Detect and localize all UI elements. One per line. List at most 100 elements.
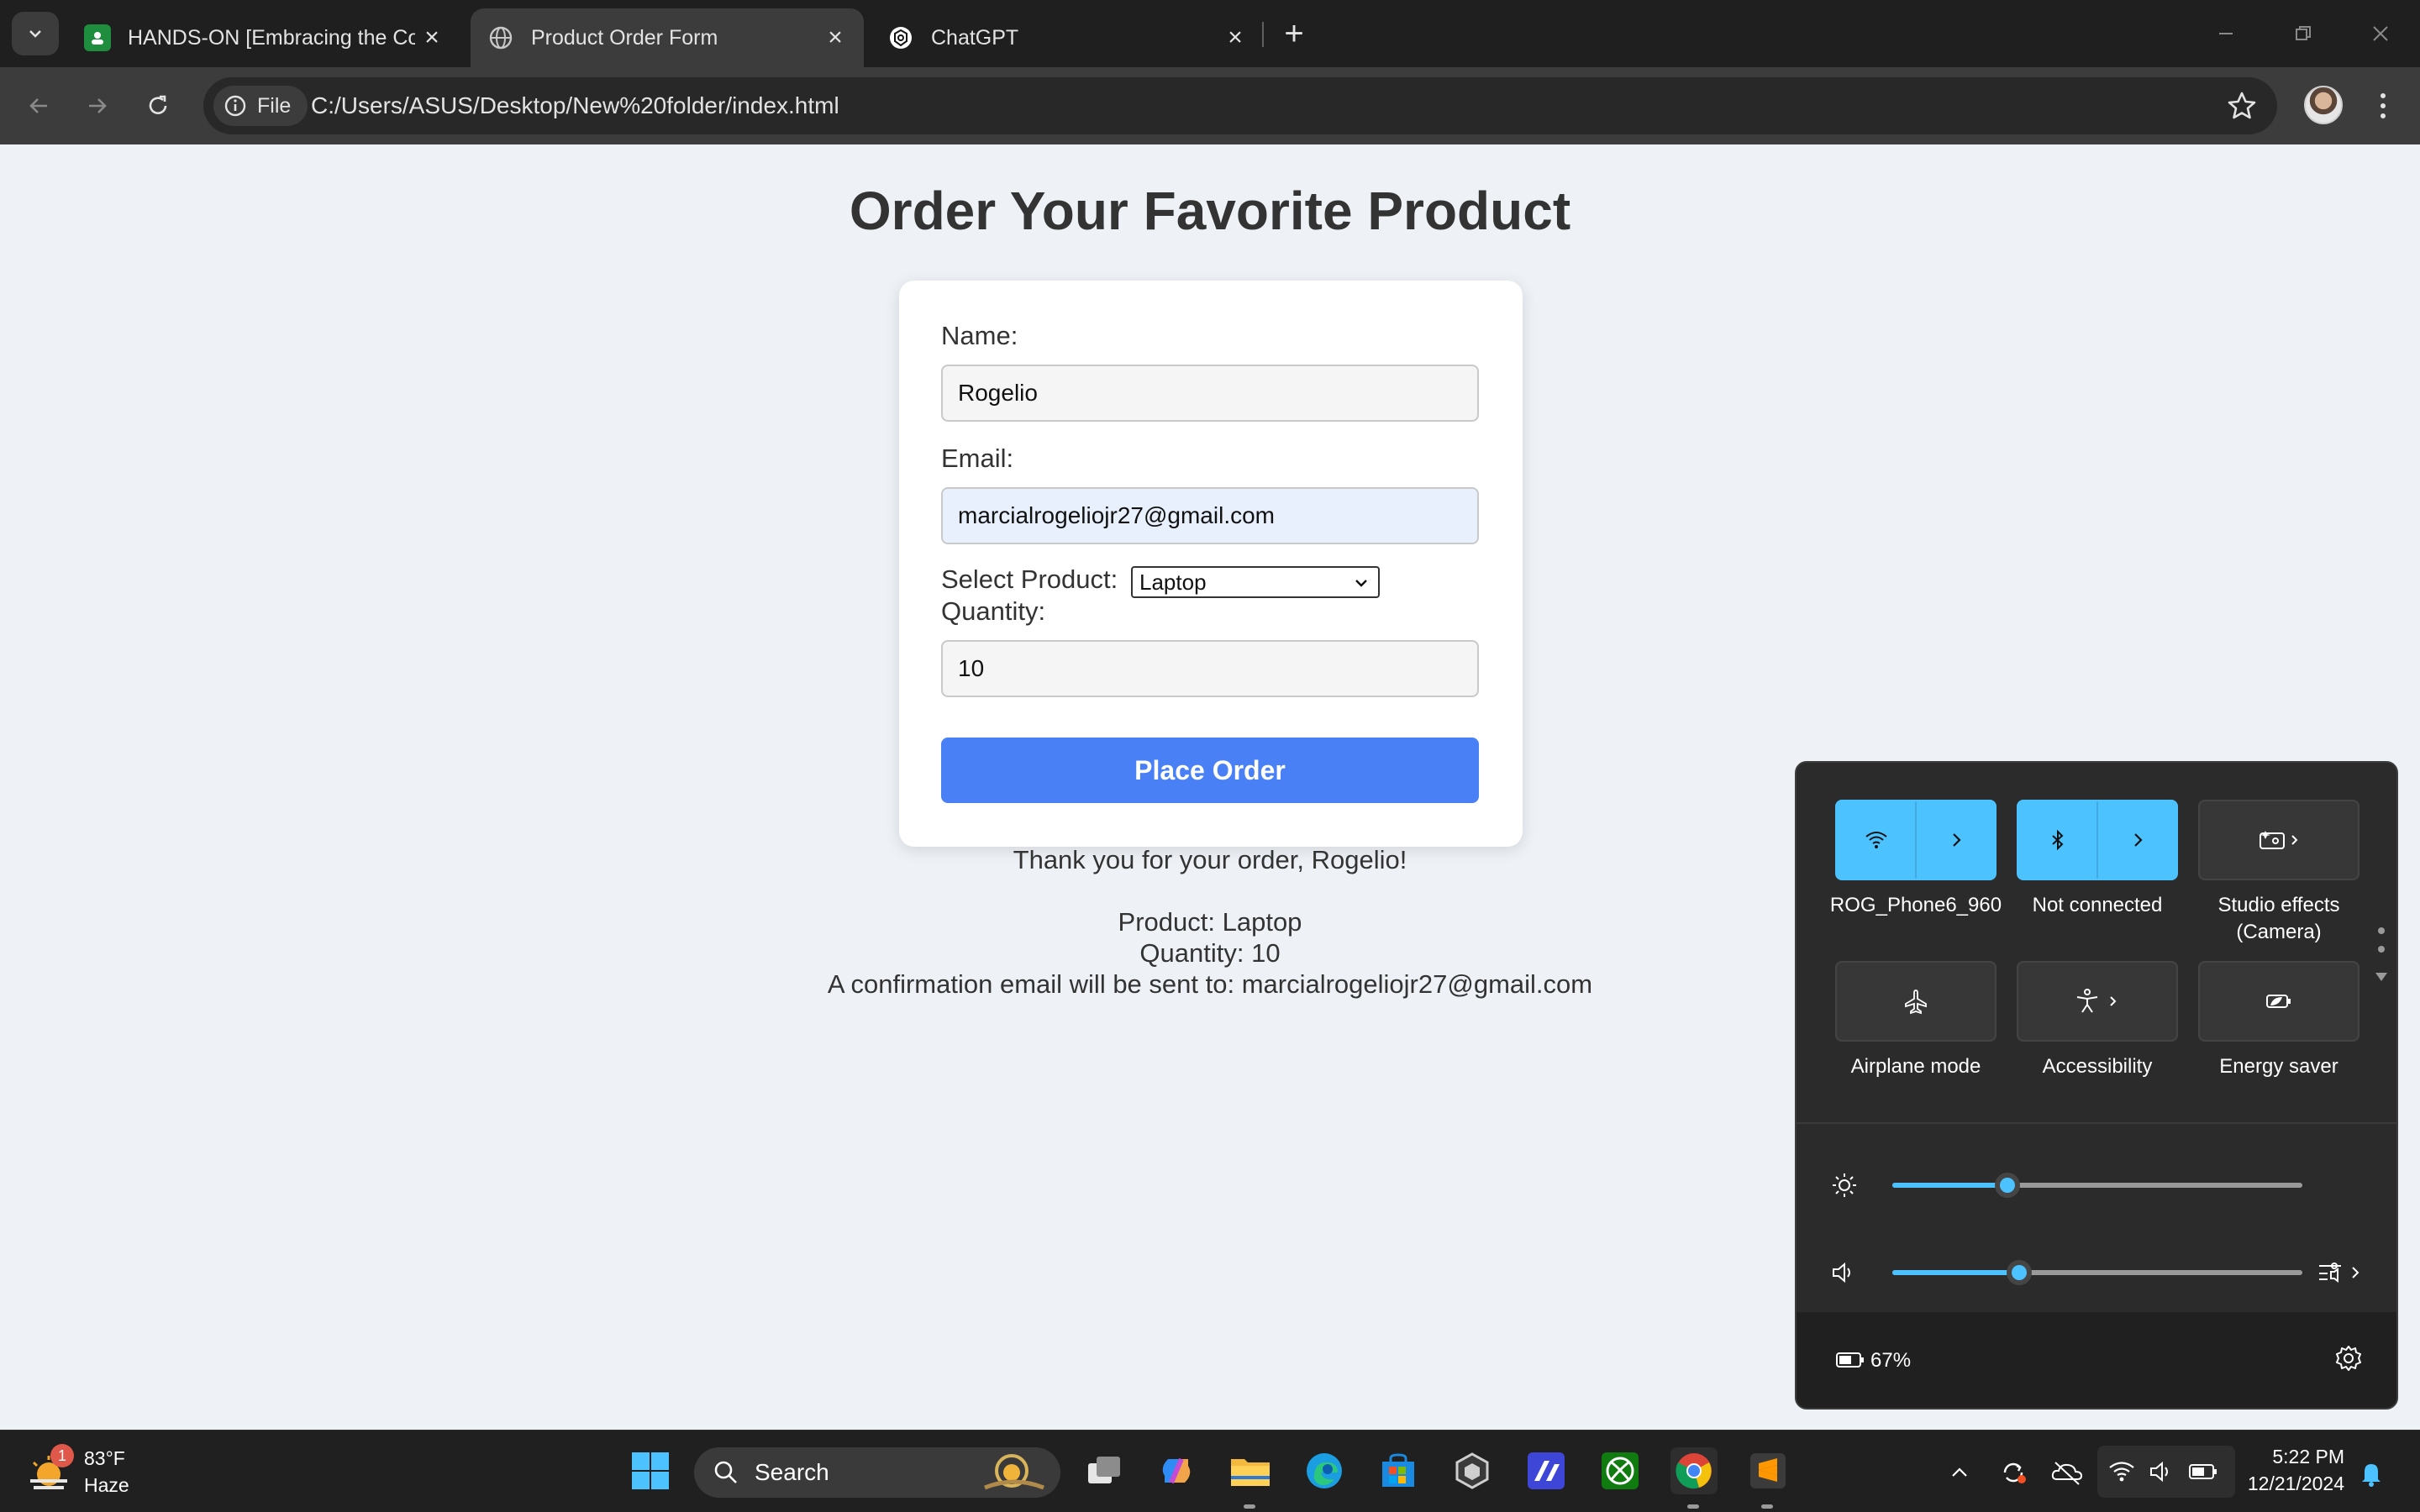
email-input[interactable]: marcialrogeliojr27@gmail.com xyxy=(941,487,1479,544)
back-button[interactable] xyxy=(18,86,59,126)
energy-saver-icon xyxy=(2266,995,2291,1008)
product-select-value: Laptop xyxy=(1139,570,1207,595)
weather-condition: Haze xyxy=(84,1474,129,1496)
restore-button[interactable] xyxy=(2265,0,2341,67)
tiles-page-indicator[interactable] xyxy=(2375,927,2388,964)
airplane-mode-tile[interactable] xyxy=(1835,961,1996,1042)
network-volume-battery-group[interactable] xyxy=(2097,1446,2235,1498)
minimize-icon xyxy=(2219,33,2233,34)
copilot-button[interactable] xyxy=(1153,1447,1200,1494)
volume-slider-thumb[interactable] xyxy=(2007,1260,2033,1285)
wifi-more-button[interactable] xyxy=(1917,801,1995,879)
taskbar-search[interactable]: Search xyxy=(694,1447,1060,1498)
product-label: Select Product: xyxy=(941,564,1118,594)
quick-settings-footer: 67% xyxy=(1797,1312,2396,1408)
close-tab-icon[interactable]: × xyxy=(818,21,852,55)
chevron-right-icon xyxy=(1952,833,1961,847)
chevron-right-icon xyxy=(2133,833,2143,847)
cube-app-icon xyxy=(1455,1452,1489,1489)
profile-avatar[interactable] xyxy=(2304,86,2343,124)
notification-bell-icon[interactable] xyxy=(2358,1459,2385,1488)
product-select[interactable]: Laptop xyxy=(1131,566,1380,598)
forward-button[interactable] xyxy=(77,86,118,126)
chrome-icon xyxy=(1676,1453,1712,1489)
bluetooth-more-button[interactable] xyxy=(2098,801,2176,879)
page-down-arrow-icon[interactable] xyxy=(2373,969,2390,984)
address-bar[interactable]: File C:/Users/ASUS/Desktop/New%20folder/… xyxy=(203,77,2277,134)
place-order-button[interactable]: Place Order xyxy=(941,738,1479,803)
start-button[interactable] xyxy=(627,1447,674,1494)
reload-button[interactable] xyxy=(138,86,178,126)
weather-notification-badge: 1 xyxy=(50,1444,74,1467)
quantity-input[interactable]: 10 xyxy=(941,640,1479,697)
wifi-toggle[interactable] xyxy=(1837,801,1917,879)
tab-title: ChatGPT xyxy=(931,25,1019,50)
email-label: Email: xyxy=(941,444,1014,473)
minimize-button[interactable] xyxy=(2188,0,2264,67)
chatgpt-favicon-icon xyxy=(887,24,914,51)
xbox-button[interactable] xyxy=(1597,1447,1644,1494)
sublime-text-button[interactable] xyxy=(1744,1447,1791,1494)
browser-toolbar: File C:/Users/ASUS/Desktop/New%20folder/… xyxy=(0,67,2420,144)
bluetooth-tile[interactable] xyxy=(2017,800,2178,880)
back-arrow-icon xyxy=(29,98,47,113)
wifi-icon xyxy=(2109,1462,2134,1482)
task-view-button[interactable] xyxy=(1081,1447,1128,1494)
url-text[interactable]: C:/Users/ASUS/Desktop/New%20folder/index… xyxy=(311,92,839,119)
quick-settings-tiles: ROG_Phone6_960 Not connected Studio effe… xyxy=(1797,763,2396,1122)
search-icon xyxy=(714,1461,737,1483)
brightness-slider-fill xyxy=(1892,1183,2007,1188)
studio-effects-tile-label: Studio effects (Camera) xyxy=(2188,892,2370,946)
search-highlight-icon xyxy=(984,1454,1044,1490)
close-window-button[interactable] xyxy=(2343,0,2418,67)
onedrive-offline-icon[interactable] xyxy=(2050,1459,2084,1486)
microsoft-store-button[interactable] xyxy=(1375,1447,1422,1494)
battery-percentage[interactable]: 67% xyxy=(1870,1349,1911,1373)
brightness-slider[interactable] xyxy=(1892,1173,2302,1198)
close-tab-icon[interactable]: × xyxy=(1218,21,1252,55)
chrome-button[interactable] xyxy=(1670,1447,1718,1494)
file-explorer-running-indicator xyxy=(1244,1504,1255,1509)
unity-hub-button[interactable] xyxy=(1449,1447,1496,1494)
copilot-icon xyxy=(1162,1457,1191,1484)
studio-effects-tile[interactable] xyxy=(2198,800,2360,880)
close-icon xyxy=(2373,26,2388,41)
audio-output-settings-icon[interactable] xyxy=(2316,1258,2366,1287)
new-tab-button[interactable]: + xyxy=(1274,13,1314,54)
volume-slider[interactable] xyxy=(1892,1260,2302,1285)
site-info-chip[interactable]: File xyxy=(213,86,308,126)
bluetooth-tile-label: Not connected xyxy=(2032,894,2163,916)
studio-effects-label-line2: (Camera) xyxy=(2236,921,2322,943)
clock-date: 12/21/2024 xyxy=(2247,1473,2344,1494)
code-editor-button[interactable] xyxy=(1523,1447,1570,1494)
battery-icon xyxy=(2189,1464,2217,1479)
store-icon xyxy=(1382,1453,1414,1487)
file-explorer-button[interactable] xyxy=(1227,1447,1274,1494)
tab-search-button[interactable] xyxy=(12,12,59,55)
tab-strip: HANDS-ON [Embracing the Co × Product Ord… xyxy=(0,0,2420,67)
page-title: Order Your Favorite Product xyxy=(849,181,1571,241)
bluetooth-icon xyxy=(2051,829,2063,851)
wifi-tile[interactable] xyxy=(1835,800,1996,880)
accessibility-tile[interactable] xyxy=(2017,961,2178,1042)
tab-product-order-form[interactable]: Product Order Form × xyxy=(471,8,864,67)
show-hidden-icons-chevron-up-icon[interactable] xyxy=(1948,1461,1971,1484)
tab-chatgpt[interactable]: ChatGPT × xyxy=(871,8,1264,67)
brightness-slider-thumb[interactable] xyxy=(1994,1173,2020,1198)
browser-menu-button[interactable] xyxy=(2368,86,2398,126)
sublime-running-indicator xyxy=(1761,1504,1773,1509)
battery-icon[interactable] xyxy=(1835,1349,1865,1371)
close-tab-icon[interactable]: × xyxy=(415,21,449,55)
info-icon xyxy=(224,95,246,117)
order-form: Name: Rogelio Email: marcialrogeliojr27@… xyxy=(899,281,1523,847)
energy-saver-tile[interactable] xyxy=(2198,961,2360,1042)
tab-hands-on[interactable]: HANDS-ON [Embracing the Co × xyxy=(67,8,460,67)
windows-taskbar: 1 83°F Haze Search 5:22 PM 12/21/2024 xyxy=(0,1430,2420,1512)
settings-gear-icon[interactable] xyxy=(2334,1344,2363,1373)
sync-icon[interactable] xyxy=(1998,1457,2028,1488)
name-input[interactable]: Rogelio xyxy=(941,365,1479,422)
bluetooth-toggle[interactable] xyxy=(2018,801,2098,879)
bookmark-star-icon[interactable] xyxy=(2227,91,2257,121)
volume-icon[interactable] xyxy=(1830,1260,1855,1285)
edge-button[interactable] xyxy=(1301,1447,1348,1494)
